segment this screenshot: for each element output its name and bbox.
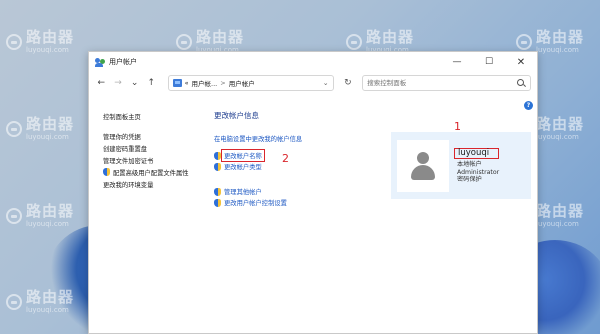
left-pane-label[interactable]: 管理文件加密证书	[103, 156, 153, 165]
recent-locations-dropdown[interactable]: ⌄	[128, 76, 141, 90]
left-pane: 控制面板主页 管理你的凭据 创建密码重置盘 管理文件加密证书 配置高级用户配置文…	[103, 110, 189, 190]
control-panel-icon	[172, 79, 182, 87]
router-logo-icon	[6, 121, 22, 137]
back-button[interactable]: ←	[95, 76, 108, 90]
window-title: 用户帐户	[109, 58, 137, 66]
watermark-domain: luyouqi.com	[26, 220, 69, 228]
watermark-domain: luyouqi.com	[26, 133, 69, 141]
main-content: 更改帐户信息 在电脑设置中更改我的帐户信息 更改帐户名称 更改帐户类型 管理其他…	[214, 110, 394, 208]
manage-other-accounts-row[interactable]: 管理其他帐户	[214, 186, 394, 197]
left-pane-item-home[interactable]: 控制面板主页	[103, 110, 189, 122]
watermark-brand: 路由器	[536, 202, 585, 220]
uac-shield-icon	[214, 187, 221, 196]
manage-other-accounts-link[interactable]: 管理其他帐户	[224, 187, 262, 196]
uac-settings-row[interactable]: 更改用户帐户控制设置	[214, 197, 394, 208]
breadcrumb-item[interactable]: 用户帐...	[192, 78, 218, 88]
search-input[interactable]	[367, 79, 518, 87]
search-icon[interactable]	[517, 78, 526, 88]
forward-button[interactable]: →	[112, 76, 125, 90]
watermark-tile: 路由器luyouqi.com	[6, 117, 74, 141]
watermark-brand: 路由器	[26, 28, 75, 46]
maximize-button[interactable]: ☐	[473, 52, 505, 72]
page-title: 更改帐户信息	[214, 111, 259, 120]
left-pane-label[interactable]: 创建密码重置盘	[103, 144, 147, 153]
breadcrumb-item[interactable]: 用户帐户	[229, 78, 255, 88]
watermark-brand: 路由器	[26, 115, 75, 133]
watermark-brand: 路由器	[366, 28, 415, 46]
router-logo-icon	[176, 34, 192, 50]
watermark-domain: luyouqi.com	[26, 306, 69, 314]
watermark-domain: luyouqi.com	[536, 220, 579, 228]
account-type: 本地帐户	[457, 161, 482, 168]
router-logo-icon	[346, 34, 362, 50]
user-account-panel: luyouqi 本地帐户 Administrator 密码保护	[391, 132, 531, 199]
uac-shield-icon	[214, 162, 221, 171]
left-pane-item-encryption-cert[interactable]: 管理文件加密证书	[103, 154, 189, 166]
router-logo-icon	[6, 208, 22, 224]
change-account-name-link[interactable]: 更改帐户名称	[224, 151, 262, 160]
left-pane-label[interactable]: 更改我的环境变量	[103, 180, 153, 189]
watermark-tile: 路由器luyouqi.com	[6, 290, 74, 314]
user-accounts-window: 用户帐户 — ☐ ✕ ← → ⌄ ↑ « 用户帐... > 用户帐户 ⌄ ↻ ?…	[88, 51, 538, 334]
help-icon[interactable]: ?	[524, 101, 533, 110]
breadcrumb-separator: >	[220, 79, 226, 87]
minimize-button[interactable]: —	[441, 52, 473, 72]
highlight-box: 更改帐户名称	[221, 149, 265, 162]
watermark-brand: 路由器	[536, 115, 585, 133]
user-accounts-icon	[95, 57, 105, 67]
username: luyouqi	[454, 147, 500, 159]
watermark-brand: 路由器	[196, 28, 245, 46]
watermark-tile: 路由器luyouqi.com	[6, 204, 74, 228]
left-pane-label[interactable]: 控制面板主页	[103, 112, 141, 121]
router-logo-icon	[6, 294, 22, 310]
watermark-domain: luyouqi.com	[536, 133, 579, 141]
left-pane-item-credentials[interactable]: 管理你的凭据	[103, 130, 189, 142]
title-bar: 用户帐户 — ☐ ✕	[89, 52, 537, 72]
search-box[interactable]	[362, 75, 532, 91]
left-pane-item-env-vars[interactable]: 更改我的环境变量	[103, 178, 189, 190]
watermark-brand: 路由器	[26, 288, 75, 306]
change-account-type-row[interactable]: 更改帐户类型	[214, 161, 394, 172]
change-account-type-link[interactable]: 更改帐户类型	[224, 162, 262, 171]
watermark-brand: 路由器	[536, 28, 585, 46]
router-logo-icon	[6, 34, 22, 50]
close-button[interactable]: ✕	[505, 52, 537, 72]
up-button[interactable]: ↑	[145, 76, 158, 90]
navigation-bar: ← → ⌄ ↑ « 用户帐... > 用户帐户 ⌄ ↻	[89, 72, 537, 94]
left-pane-label[interactable]: 配置高级用户配置文件属性	[113, 168, 189, 177]
left-pane-item-reset-disk[interactable]: 创建密码重置盘	[103, 142, 189, 154]
pc-settings-link-label[interactable]: 在电脑设置中更改我的帐户信息	[214, 134, 302, 143]
watermark-domain: luyouqi.com	[26, 46, 69, 54]
watermark-brand: 路由器	[26, 202, 75, 220]
password-protection: 密码保护	[457, 176, 482, 183]
uac-shield-icon	[214, 198, 221, 207]
left-pane-label[interactable]: 管理你的凭据	[103, 132, 141, 141]
address-bar[interactable]: « 用户帐... > 用户帐户 ⌄	[167, 75, 334, 91]
refresh-button[interactable]: ↻	[342, 76, 355, 90]
avatar	[397, 139, 449, 192]
uac-settings-link[interactable]: 更改用户帐户控制设置	[224, 198, 287, 207]
annotation-number: 2	[282, 152, 289, 165]
address-overflow[interactable]: «	[185, 79, 189, 87]
address-dropdown-icon[interactable]: ⌄	[323, 79, 329, 87]
pc-settings-link[interactable]: 在电脑设置中更改我的帐户信息	[214, 133, 394, 144]
router-logo-icon	[516, 34, 532, 50]
uac-shield-icon	[103, 168, 110, 176]
left-pane-item-advanced-profile[interactable]: 配置高级用户配置文件属性	[103, 166, 189, 178]
change-account-name-row[interactable]: 更改帐户名称	[214, 149, 394, 162]
account-role: Administrator	[457, 168, 500, 176]
user-avatar-icon	[408, 149, 438, 183]
user-info: luyouqi 本地帐户 Administrator 密码保护	[454, 147, 500, 184]
watermark-domain: luyouqi.com	[536, 46, 579, 54]
watermark-tile: 路由器luyouqi.com	[6, 30, 74, 54]
uac-shield-icon	[214, 151, 221, 160]
